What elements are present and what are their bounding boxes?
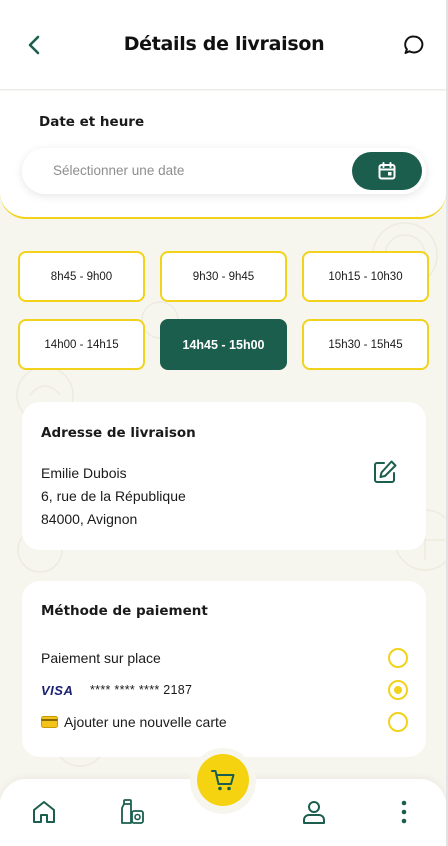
time-slot-4[interactable]: 14h00 - 14h15 [18, 319, 145, 370]
radio-on-site[interactable] [388, 648, 408, 668]
chat-button[interactable] [400, 31, 428, 59]
payment-option-new-card[interactable]: Ajouter une nouvelle carte [41, 711, 408, 733]
time-slot-3[interactable]: 10h15 - 10h30 [302, 251, 429, 302]
address-city: 84000, Avignon [41, 511, 138, 527]
payment-option-label: Ajouter une nouvelle carte [64, 714, 227, 730]
delivery-address-card: Adresse de livraison Emilie Dubois 6, ru… [22, 402, 426, 550]
more-vertical-icon [401, 800, 407, 824]
radio-visa-selected[interactable] [388, 680, 408, 700]
cart-icon [211, 770, 235, 791]
groceries-icon [121, 799, 144, 824]
cart-button[interactable] [197, 754, 249, 806]
date-time-section: Date et heure Sélectionner une date [0, 91, 446, 219]
radio-new-card[interactable] [388, 712, 408, 732]
edit-icon [374, 460, 397, 483]
credit-card-icon [41, 716, 58, 728]
nav-home[interactable] [29, 797, 59, 827]
nav-profile[interactable] [299, 797, 329, 827]
date-picker-field[interactable]: Sélectionner une date [22, 148, 426, 194]
time-slot-5-selected[interactable]: 14h45 - 15h00 [160, 319, 287, 370]
nav-groceries[interactable] [118, 797, 148, 827]
payment-option-on-site[interactable]: Paiement sur place [41, 647, 408, 669]
address-name: Emilie Dubois [41, 465, 127, 481]
date-placeholder: Sélectionner une date [53, 163, 185, 178]
time-slot-2[interactable]: 9h30 - 9h45 [160, 251, 287, 302]
payment-option-label: Paiement sur place [41, 650, 161, 666]
address-title: Adresse de livraison [41, 425, 196, 441]
edit-address-button[interactable] [370, 457, 400, 487]
calendar-button[interactable] [352, 152, 422, 190]
payment-option-visa[interactable]: VISA **** **** **** 2187 [41, 679, 408, 701]
payment-method-card: Méthode de paiement Paiement sur place V… [22, 581, 426, 757]
app-header: Détails de livraison [0, 0, 448, 90]
page-title: Détails de livraison [123, 33, 325, 55]
nav-more[interactable] [389, 797, 419, 827]
time-slot-1[interactable]: 8h45 - 9h00 [18, 251, 145, 302]
visa-logo: VISA [41, 682, 74, 698]
address-street: 6, rue de la République [41, 488, 186, 504]
time-slot-6[interactable]: 15h30 - 15h45 [302, 319, 429, 370]
card-number: **** **** **** 2187 [90, 683, 193, 697]
profile-icon [303, 801, 325, 824]
date-time-label: Date et heure [39, 114, 145, 130]
chat-bubble-icon [404, 35, 424, 54]
payment-title: Méthode de paiement [41, 603, 208, 619]
calendar-icon [378, 162, 396, 180]
home-icon [33, 801, 55, 823]
